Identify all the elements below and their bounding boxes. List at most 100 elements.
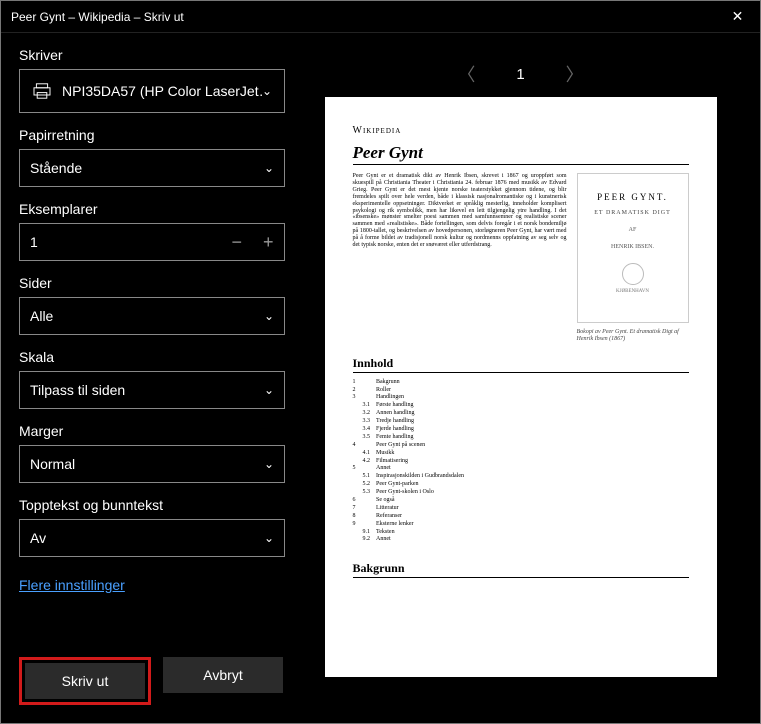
print-preview: 〈 1 〉 Wikipedia Peer Gynt Peer Gynt er e… [301,33,760,723]
toc-row: 5Annet [353,465,470,473]
toc-number: 4.2 [353,458,377,466]
next-page-button[interactable]: 〉 [565,61,585,87]
toc-row: 4Peer Gynt på scenen [353,442,470,450]
chevron-down-icon: ⌄ [264,457,274,471]
toc-number: 3.1 [353,402,377,410]
preview-page: Wikipedia Peer Gynt Peer Gynt er et dram… [325,97,717,677]
infobox-title: PEER GYNT. [597,192,668,202]
toc-number: 9.2 [353,536,377,544]
printer-label: Skriver [19,47,283,63]
infobox-publisher: KJØBENHAVN [616,289,649,295]
headerfooter-label: Topptekst og bunntekst [19,497,283,513]
toc-row: 3.4Fjerde handling [353,426,470,434]
toc-number: 3 [353,394,377,402]
orientation-selected-text: Stående [30,160,82,176]
pages-label: Sider [19,275,283,291]
toc-number: 5.1 [353,473,377,481]
printer-select[interactable]: NPI35DA57 (HP Color LaserJet… ⌄ [19,69,285,113]
titlebar: Peer Gynt – Wikipedia – Skriv ut ✕ [1,1,760,33]
chevron-down-icon: ⌄ [264,161,274,175]
toc-number: 4 [353,442,377,450]
toc-row: 3Handlingen [353,394,470,402]
toc-number: 2 [353,387,377,395]
toc-number: 5 [353,465,377,473]
infobox-author: HENRIK IBSEN. [611,244,654,251]
toc: 1Bakgrunn2Roller3Handlingen3.1Første han… [353,379,689,545]
article-lead: Peer Gynt er et dramatisk dikt av Henrik… [353,173,567,343]
toc-title: Musikk [376,450,470,458]
toc-row: 4.2Filmatisering [353,458,470,466]
toc-row: 9.1Teksten [353,529,470,537]
printer-icon [32,83,52,99]
copies-increment[interactable]: + [253,224,285,260]
toc-title: Litteratur [376,505,470,513]
infobox-caption: Bokopi av Peer Gynt. Et dramatisk Digt a… [577,329,689,343]
toc-row: 3.1Første handling [353,402,470,410]
toc-title: Peer Gynt-skolen i Oslo [376,489,470,497]
print-settings-panel: Skriver NPI35DA57 (HP Color LaserJet… ⌄ … [1,33,301,723]
scale-selected-text: Tilpass til siden [30,382,125,398]
toc-row: 1Bakgrunn [353,379,470,387]
toc-number: 9.1 [353,529,377,537]
more-settings-link[interactable]: Flere innstillinger [19,577,283,593]
toc-number: 4.1 [353,450,377,458]
headerfooter-selected-text: Av [30,530,46,546]
copies-input[interactable] [20,224,221,260]
print-button[interactable]: Skriv ut [25,663,145,699]
pages-selected-text: Alle [30,308,53,324]
toc-number: 3.3 [353,418,377,426]
toc-row: 8Referanser [353,513,470,521]
toc-title: Bakgrunn [376,379,470,387]
toc-title: Tredje handling [376,418,470,426]
toc-row: 9Eksterne lenker [353,521,470,529]
chevron-down-icon: ⌄ [264,531,274,545]
toc-row: 7Litteratur [353,505,470,513]
margins-select[interactable]: Normal ⌄ [19,445,285,483]
scale-select[interactable]: Tilpass til siden ⌄ [19,371,285,409]
toc-number: 5.2 [353,481,377,489]
toc-row: 3.2Annen handling [353,410,470,418]
margins-label: Marger [19,423,283,439]
toc-title: Annet [376,465,470,473]
toc-row: 3.3Tredje handling [353,418,470,426]
orientation-select[interactable]: Stående ⌄ [19,149,285,187]
toc-title: Peer Gynt-parken [376,481,470,489]
chevron-down-icon: ⌄ [264,383,274,397]
toc-row: 6Se også [353,497,470,505]
headerfooter-select[interactable]: Av ⌄ [19,519,285,557]
toc-number: 9 [353,521,377,529]
toc-title: Peer Gynt på scenen [376,442,470,450]
chevron-down-icon: ⌄ [262,84,272,98]
close-button[interactable]: ✕ [715,2,760,32]
prev-page-button[interactable]: 〈 [456,61,476,87]
toc-number: 1 [353,379,377,387]
site-name: Wikipedia [353,125,689,137]
toc-row: 5.2Peer Gynt-parken [353,481,470,489]
toc-number: 8 [353,513,377,521]
infobox-by: AF [629,227,637,234]
toc-title: Se også [376,497,470,505]
window-title: Peer Gynt – Wikipedia – Skriv ut [11,10,184,24]
toc-row: 4.1Musikk [353,450,470,458]
toc-title: Første handling [376,402,470,410]
toc-row: 2Roller [353,387,470,395]
toc-number: 3.2 [353,410,377,418]
cancel-button[interactable]: Avbryt [163,657,283,693]
copies-label: Eksemplarer [19,201,283,217]
pages-select[interactable]: Alle ⌄ [19,297,285,335]
current-page-number: 1 [516,66,524,83]
toc-title: Eksterne lenker [376,521,470,529]
scale-label: Skala [19,349,283,365]
orientation-label: Papirretning [19,127,283,143]
toc-number: 3.5 [353,434,377,442]
copies-decrement[interactable]: − [221,224,253,260]
toc-row: 9.2Annet [353,536,470,544]
margins-selected-text: Normal [30,456,75,472]
toc-number: 5.3 [353,489,377,497]
toc-number: 6 [353,497,377,505]
infobox-subtitle: ET DRAMATISK DIGT [594,210,671,217]
toc-heading: Innhold [353,357,689,373]
printer-selected-text: NPI35DA57 (HP Color LaserJet… [62,83,262,99]
infobox: PEER GYNT. ET DRAMATISK DIGT AF HENRIK I… [577,173,689,343]
toc-row: 5.3Peer Gynt-skolen i Oslo [353,489,470,497]
